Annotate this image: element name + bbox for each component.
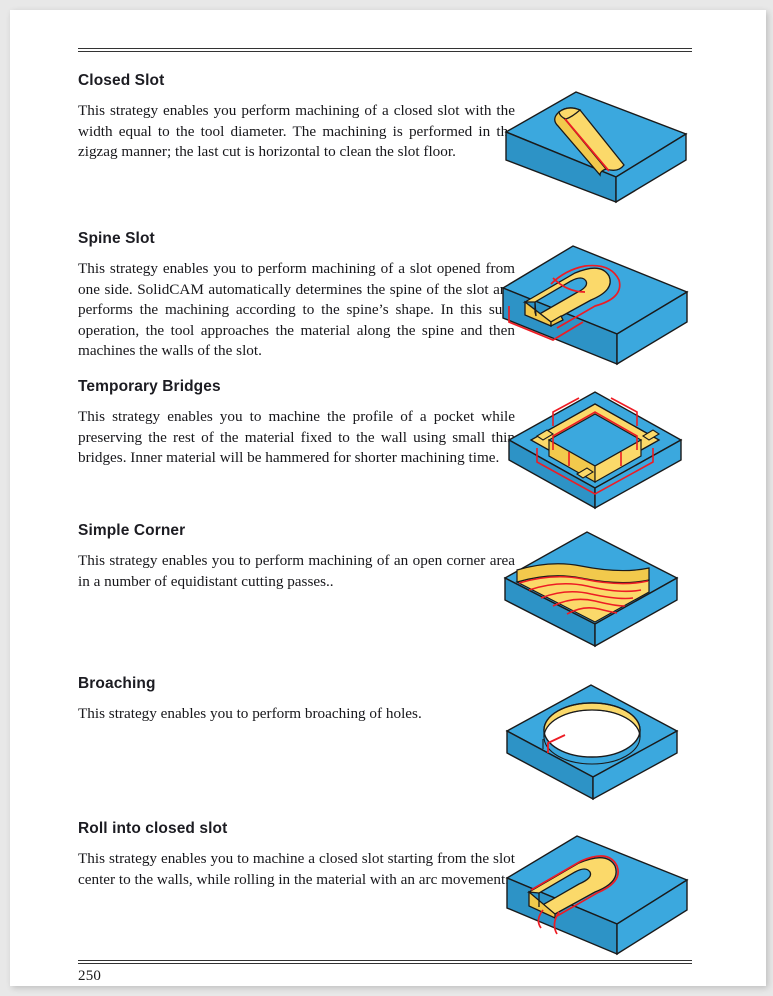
closed-slot-illustration xyxy=(496,72,696,212)
section-body: This strategy enables you to perform mac… xyxy=(78,552,515,590)
page-number: 250 xyxy=(78,968,102,984)
section-heading: Roll into closed slot xyxy=(78,820,228,837)
simple-corner-illustration xyxy=(491,522,696,652)
section-heading: Spine Slot xyxy=(78,230,155,247)
section-heading: Broaching xyxy=(78,675,156,692)
section-text-block: Broaching This strategy enables you to p… xyxy=(78,675,515,725)
section-body: This strategy enables you to machine the… xyxy=(78,408,515,467)
section-body: This strategy enables you to machine a c… xyxy=(78,850,515,888)
footer-rule xyxy=(78,960,692,964)
section-body: This strategy enables you perform machin… xyxy=(78,102,515,161)
section-text-block: Roll into closed slot This strategy enab… xyxy=(78,820,515,890)
section-heading: Temporary Bridges xyxy=(78,378,221,395)
header-rule xyxy=(78,48,692,52)
section-body: This strategy enables you to perform bro… xyxy=(78,705,422,723)
document-page: Closed Slot This strategy enables you pe… xyxy=(10,10,766,986)
section-body: This strategy enables you to perform mac… xyxy=(78,260,515,360)
spine-slot-illustration xyxy=(491,230,696,375)
broaching-illustration xyxy=(491,675,696,803)
section-text-block: Spine Slot This strategy enables you to … xyxy=(78,230,515,362)
section-text-block: Simple Corner This strategy enables you … xyxy=(78,522,515,592)
section-heading: Simple Corner xyxy=(78,522,186,539)
section-text-block: Closed Slot This strategy enables you pe… xyxy=(78,72,515,163)
page-content: Closed Slot This strategy enables you pe… xyxy=(68,10,692,986)
temporary-bridges-illustration xyxy=(491,378,696,510)
roll-into-closed-slot-illustration xyxy=(491,820,696,960)
section-text-block: Temporary Bridges This strategy enables … xyxy=(78,378,515,469)
section-heading: Closed Slot xyxy=(78,72,165,89)
